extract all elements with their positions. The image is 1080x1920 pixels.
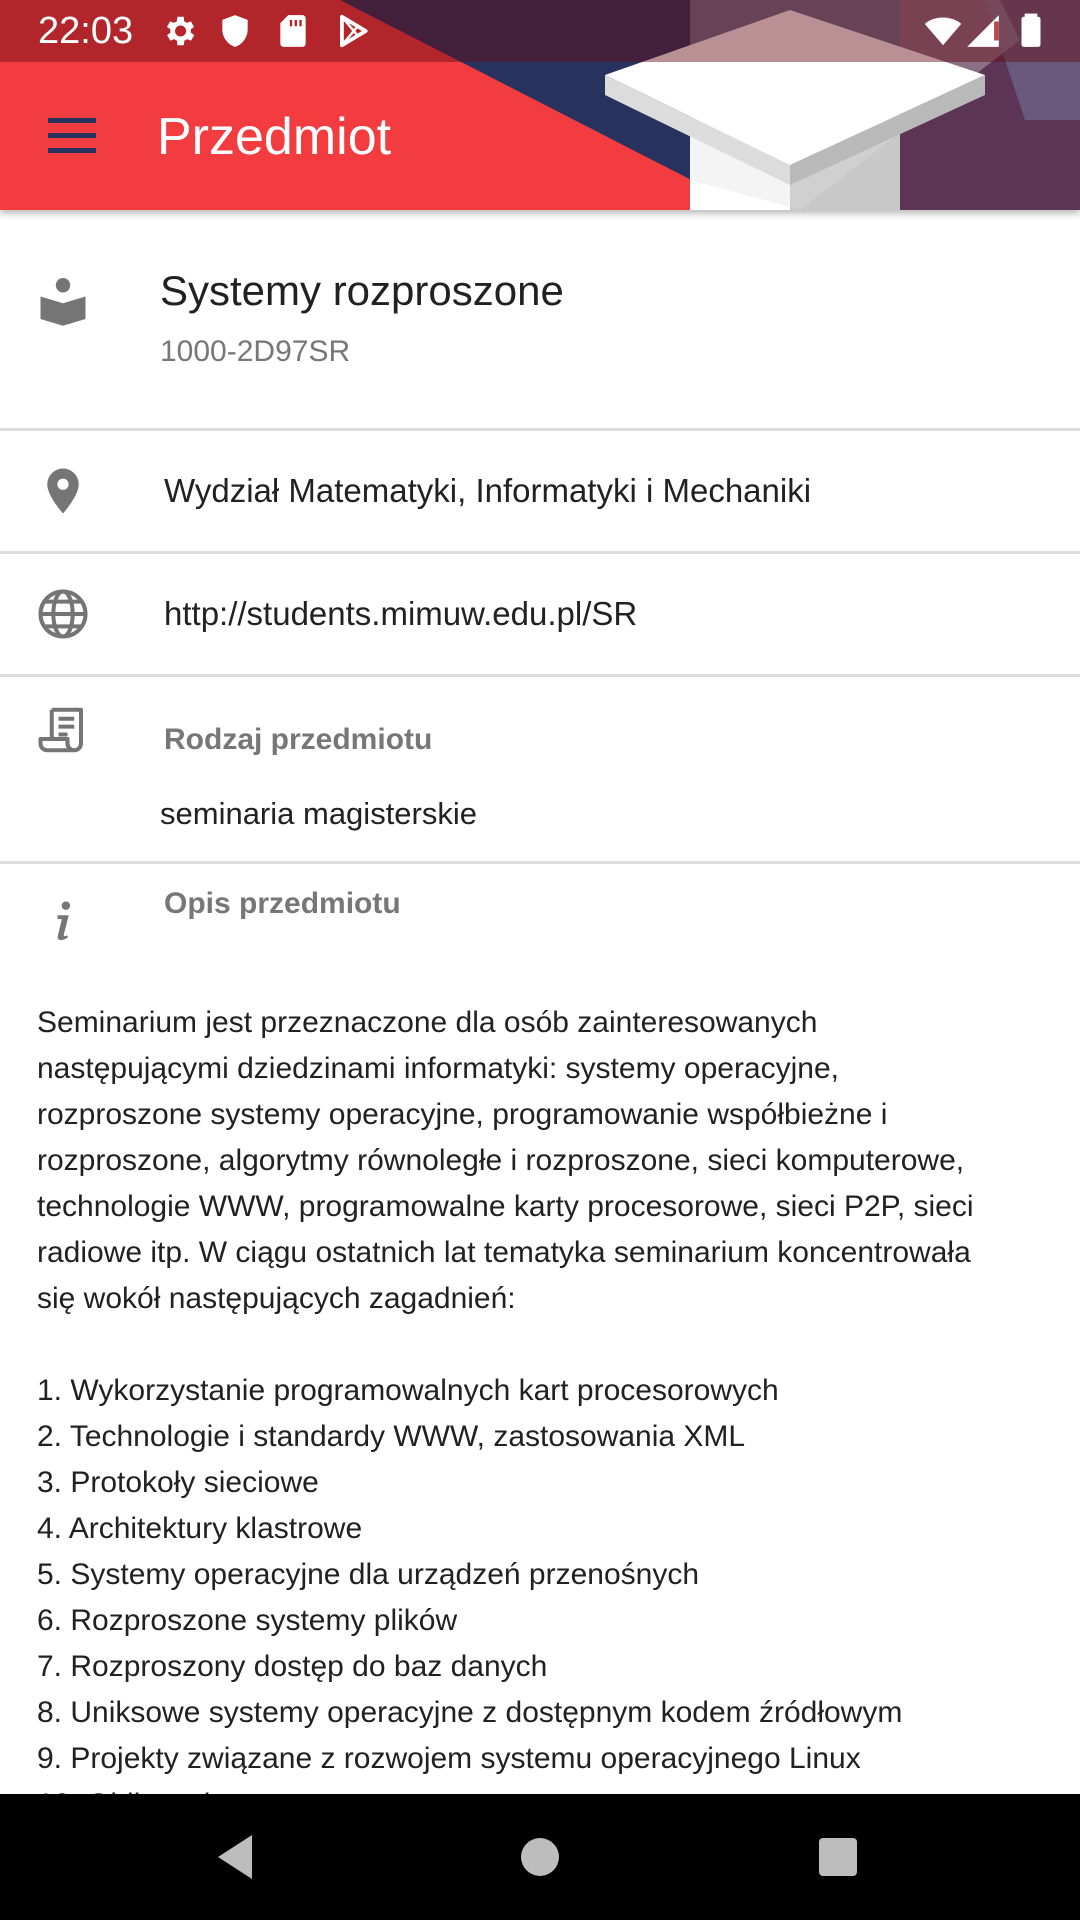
- back-icon[interactable]: [208, 1827, 268, 1887]
- course-title: Systemy rozproszone: [160, 267, 564, 314]
- page-title: Przedmiot: [157, 108, 392, 166]
- course-code: 1000-2D97SR: [160, 335, 351, 368]
- course-details[interactable]: Systemy rozproszone 1000-2D97SR Wydział …: [0, 210, 1080, 1794]
- location-pin-icon: [47, 468, 79, 514]
- book-reader-icon: [40, 278, 86, 326]
- description-text: Seminarium jest przeznaczone dla osób za…: [37, 1006, 974, 1794]
- course-type-value: seminaria magisterskie: [160, 796, 477, 831]
- faculty-name: Wydział Matematyki, Informatyki i Mechan…: [164, 472, 812, 509]
- battery-icon: [1021, 13, 1041, 47]
- status-bar: 22:03: [0, 0, 1080, 62]
- website-link[interactable]: http://students.mimuw.edu.pl/SR: [164, 594, 637, 634]
- recents-icon[interactable]: [808, 1827, 868, 1887]
- wifi-icon: [924, 17, 962, 46]
- play-store-icon: [340, 14, 368, 48]
- scroll-document-icon: [38, 707, 84, 753]
- course-type-row: Rodzaj przedmiotu seminaria magisterskie: [0, 677, 1080, 864]
- screen: 22:03 Przedmiot Systemy rozproszone 1000…: [0, 0, 1080, 1920]
- info-icon: [57, 901, 71, 941]
- sd-card-icon: [280, 15, 306, 47]
- faculty-row: Wydział Matematyki, Informatyki i Mechan…: [0, 431, 1080, 554]
- app-header: 22:03 Przedmiot: [0, 0, 1080, 210]
- course-header-row: Systemy rozproszone 1000-2D97SR: [0, 210, 1080, 431]
- course-type-label: Rodzaj przedmiotu: [164, 723, 433, 756]
- cell-signal-icon: [967, 15, 999, 47]
- hamburger-menu-icon[interactable]: [40, 108, 104, 164]
- website-row[interactable]: http://students.mimuw.edu.pl/SR: [0, 554, 1080, 677]
- shield-icon: [222, 15, 248, 47]
- status-time: 22:03: [38, 10, 134, 52]
- navigation-bar: [0, 1794, 1080, 1920]
- description-label: Opis przedmiotu: [164, 887, 401, 920]
- globe-icon: [38, 589, 88, 639]
- home-icon[interactable]: [510, 1827, 570, 1887]
- gear-icon: [166, 16, 195, 46]
